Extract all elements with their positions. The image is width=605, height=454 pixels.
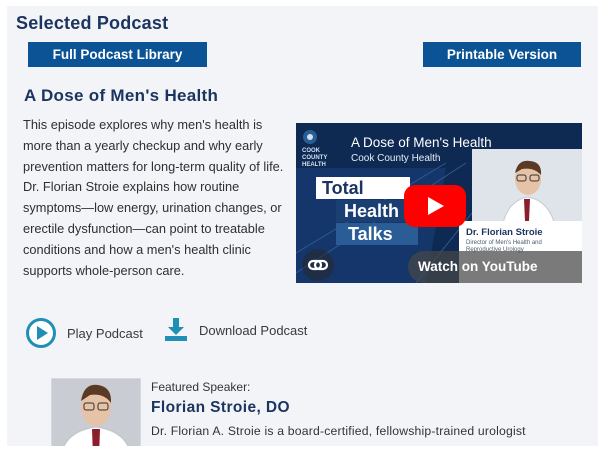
badge-total: Total [316,177,410,199]
video-subtitle: Cook County Health [351,153,441,164]
download-podcast-action[interactable]: Download Podcast [163,317,307,343]
printable-version-button[interactable]: Printable Version [423,42,581,67]
youtube-play-icon[interactable] [404,185,466,227]
speaker-thumbnail-icon [472,151,582,229]
download-icon [165,318,187,341]
speaker-bio: Dr. Florian A. Stroie is a board-certifi… [151,424,526,438]
share-link-button[interactable] [302,249,334,281]
video-embed[interactable]: COOK COUNTY HEALTH A Dose of Men's Healt… [296,123,582,283]
download-podcast-label: Download Podcast [199,322,308,338]
cook-county-health-logo: COOK COUNTY HEALTH [302,129,344,168]
episode-description: This episode explores why men's health i… [23,117,284,278]
logo-text: COOK COUNTY HEALTH [302,148,328,168]
speaker-photo [51,378,141,446]
link-icon [307,259,329,271]
watch-on-youtube-label: Watch on YouTube [418,259,538,274]
speaker-name: Florian Stroie, DO [151,399,290,416]
speaker-portrait-icon [52,379,140,446]
section-title: Selected Podcast [16,13,169,33]
logo-mark-icon [303,130,317,144]
play-podcast-action[interactable]: Play Podcast [25,317,143,349]
featured-speaker-kicker: Featured Speaker: [151,380,251,394]
episode-title: A Dose of Men's Health [24,86,219,105]
play-circle-icon [26,318,56,348]
video-speaker-name: Dr. Florian Stroie [466,227,543,238]
podcast-panel: Selected Podcast Full Podcast Library Pr… [7,6,598,446]
video-title: A Dose of Men's Health [351,135,492,150]
play-podcast-label: Play Podcast [67,325,143,341]
full-podcast-library-button[interactable]: Full Podcast Library [28,42,207,67]
watch-on-youtube-button[interactable]: Watch on YouTube [408,251,582,283]
